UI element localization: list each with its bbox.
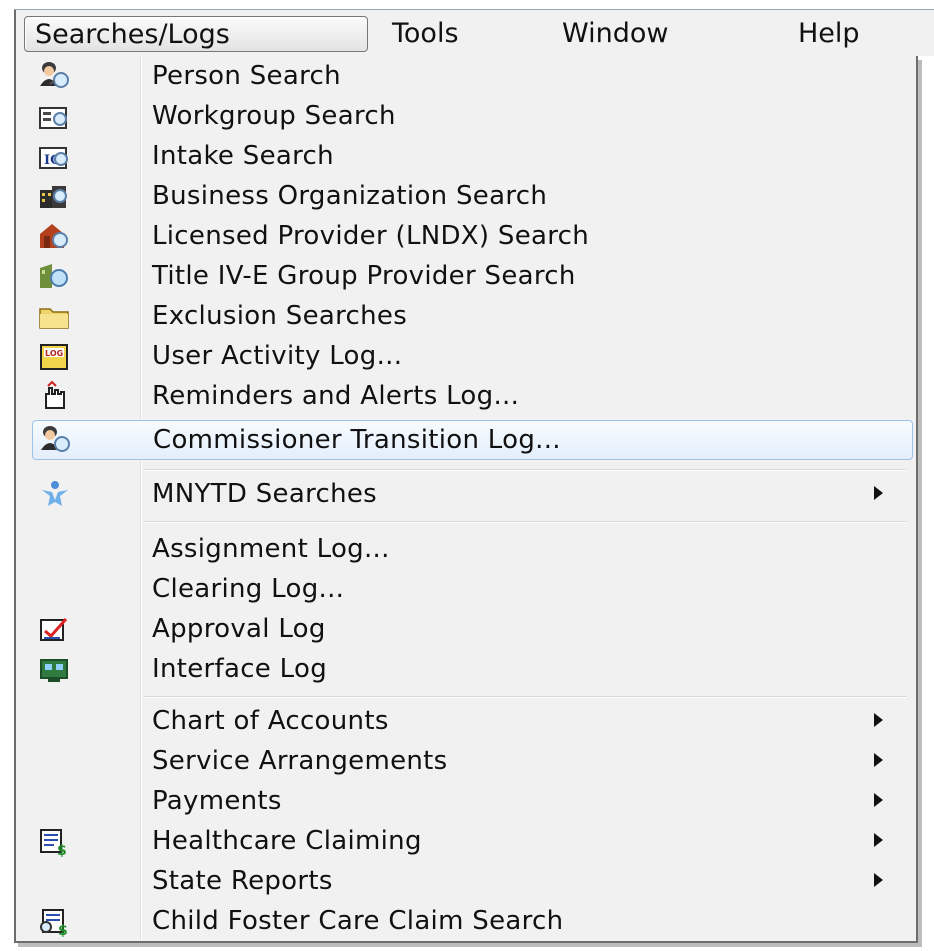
menu-item-mnytd-searches[interactable]: MNYTD Searches xyxy=(16,474,916,514)
searches-logs-dropdown: Person Search Workgroup Search IC Intake… xyxy=(14,56,918,943)
submenu-arrow-icon xyxy=(874,873,883,887)
menu-item-label: Service Arrangements xyxy=(152,746,448,776)
menu-item-label: User Activity Log... xyxy=(152,341,403,371)
menu-item-label: Licensed Provider (LNDX) Search xyxy=(152,221,590,251)
menu-item-intake-search[interactable]: IC Intake Search xyxy=(16,136,916,176)
menu-item-label: Interface Log xyxy=(152,654,328,684)
claim-search-dollar-icon: $ xyxy=(40,909,68,937)
menu-item-label: Assignment Log... xyxy=(152,534,390,564)
menu-item-label: Payments xyxy=(152,786,282,816)
business-org-search-icon xyxy=(40,186,67,208)
interface-log-icon xyxy=(40,659,68,682)
menu-item-service-arrangements[interactable]: Service Arrangements xyxy=(16,741,916,781)
menu-item-person-search[interactable]: Person Search xyxy=(16,56,916,96)
menu-item-interface-log[interactable]: Interface Log xyxy=(16,649,916,689)
workgroup-search-icon xyxy=(39,107,67,129)
menu-item-label: Healthcare Claiming xyxy=(152,826,422,856)
reminder-hand-icon xyxy=(45,380,65,409)
menu-item-label: Approval Log xyxy=(152,614,326,644)
menu-item-payments[interactable]: Payments xyxy=(16,781,916,821)
claim-dollar-icon: $ xyxy=(40,829,67,857)
menu-item-label: Clearing Log... xyxy=(152,574,345,604)
menu-item-approval-log[interactable]: Approval Log xyxy=(16,609,916,649)
svg-text:LOG: LOG xyxy=(45,349,63,358)
menu-item-clearing-log[interactable]: Clearing Log... xyxy=(16,569,916,609)
menu-item-label: Person Search xyxy=(152,61,341,91)
submenu-arrow-icon xyxy=(874,793,883,807)
submenu-arrow-icon xyxy=(874,713,883,727)
menu-item-label: Chart of Accounts xyxy=(152,706,389,736)
menu-item-label: Business Organization Search xyxy=(152,181,548,211)
menu-item-business-organization-search[interactable]: Business Organization Search xyxy=(16,176,916,216)
menu-item-reminders-and-alerts-log[interactable]: Reminders and Alerts Log... xyxy=(16,376,916,416)
menu-item-exclusion-searches[interactable]: Exclusion Searches xyxy=(16,296,916,336)
approval-check-icon xyxy=(40,618,68,641)
menu-item-child-foster-care-claim-search[interactable]: $ Child Foster Care Claim Search xyxy=(16,901,916,941)
person-search-icon xyxy=(41,426,70,452)
menu-item-label: MNYTD Searches xyxy=(152,479,377,509)
menu-item-licensed-provider-search[interactable]: Licensed Provider (LNDX) Search xyxy=(16,216,916,256)
menu-item-title-iv-e-group-provider-search[interactable]: Title IV-E Group Provider Search xyxy=(16,256,916,296)
menu-item-label: State Reports xyxy=(152,866,333,896)
menu-window[interactable]: Window xyxy=(552,16,748,52)
menu-help[interactable]: Help xyxy=(788,16,898,52)
menu-item-assignment-log[interactable]: Assignment Log... xyxy=(16,529,916,569)
svg-text:$: $ xyxy=(58,923,68,937)
licensed-provider-search-icon xyxy=(40,224,68,248)
menu-item-label: Child Foster Care Claim Search xyxy=(152,906,564,936)
menu-separator xyxy=(144,521,906,523)
menu-item-healthcare-claiming[interactable]: $ Healthcare Claiming xyxy=(16,821,916,861)
menu-item-label: Exclusion Searches xyxy=(152,301,408,331)
menu-item-label: Commissioner Transition Log... xyxy=(153,425,561,455)
menu-item-label: Title IV-E Group Provider Search xyxy=(152,261,576,291)
mnytd-person-icon xyxy=(42,481,68,506)
person-search-icon xyxy=(40,62,69,88)
menu-item-label: Intake Search xyxy=(152,141,334,171)
menu-searches-logs[interactable]: Searches/Logs xyxy=(24,16,368,52)
submenu-arrow-icon xyxy=(874,486,883,500)
menu-item-workgroup-search[interactable]: Workgroup Search xyxy=(16,96,916,136)
menu-item-user-activity-log[interactable]: LOG User Activity Log... xyxy=(16,336,916,376)
menu-item-chart-of-accounts[interactable]: Chart of Accounts xyxy=(16,701,916,741)
folder-icon xyxy=(39,308,69,329)
menu-bar: Searches/Logs Tools Window Help xyxy=(14,10,934,56)
menu-separator xyxy=(144,696,906,698)
submenu-arrow-icon xyxy=(874,753,883,767)
submenu-arrow-icon xyxy=(874,833,883,847)
menu-separator xyxy=(144,469,906,471)
menu-tools[interactable]: Tools xyxy=(382,16,510,52)
intake-search-icon: IC xyxy=(39,147,68,169)
menu-item-label: Reminders and Alerts Log... xyxy=(152,381,520,411)
menu-item-state-reports[interactable]: State Reports xyxy=(16,861,916,901)
svg-text:$: $ xyxy=(57,843,67,857)
menu-item-commissioner-transition-log[interactable]: Commissioner Transition Log... xyxy=(32,420,913,460)
log-icon: LOG xyxy=(40,344,68,370)
menu-item-label: Workgroup Search xyxy=(152,101,396,131)
group-provider-search-icon xyxy=(40,264,68,288)
